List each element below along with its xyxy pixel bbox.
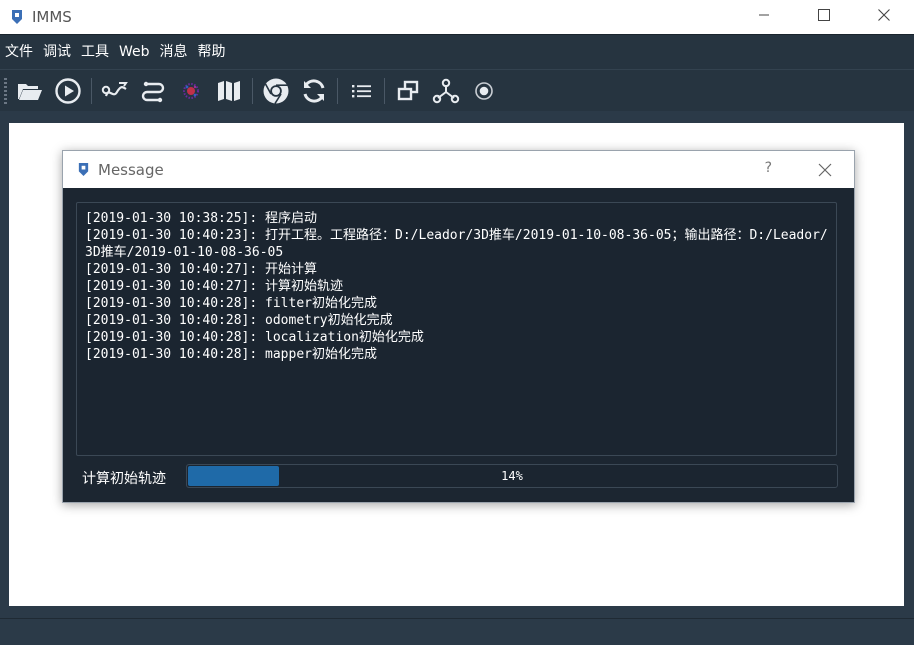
log-line: [2019-01-30 10:40:28]: odometry初始化完成 (85, 313, 393, 328)
menu-messages[interactable]: 消息 (155, 35, 193, 69)
log-line: [2019-01-30 10:40:23]: 打开工程。工程路径：D:/Lead… (85, 228, 828, 260)
minimize-icon (759, 14, 769, 16)
status-bar (0, 618, 914, 645)
toolbar-separator (337, 77, 338, 104)
windows-button[interactable] (389, 72, 427, 110)
help-button[interactable]: ? (765, 160, 772, 176)
network-icon (432, 78, 460, 103)
map-icon (218, 80, 240, 101)
route-button[interactable] (134, 72, 172, 110)
record-button[interactable] (465, 72, 503, 110)
app-logo-icon (78, 163, 89, 176)
app-logo-icon (12, 10, 22, 24)
chrome-icon (263, 78, 289, 104)
toolbar (0, 69, 914, 111)
route-icon (141, 81, 165, 102)
folder-open-icon (18, 83, 42, 100)
menu-debug[interactable]: 调试 (38, 35, 76, 69)
message-dialog: Message ? [2019-01-30 10:38:25]: 程序启动 [20… (62, 150, 855, 503)
window-titlebar: IMMS (0, 0, 914, 34)
minimize-button[interactable] (734, 0, 794, 30)
close-icon (818, 163, 832, 177)
progress-bar: 14% (186, 464, 838, 488)
log-list-button[interactable] (342, 72, 380, 110)
menu-file[interactable]: 文件 (0, 35, 38, 69)
log-line: [2019-01-30 10:40:28]: filter初始化完成 (85, 296, 377, 311)
maximize-button[interactable] (794, 0, 854, 30)
path-icon (101, 81, 128, 96)
maximize-icon (818, 9, 830, 21)
menu-bar: 文件 调试 工具 Web 消息 帮助 (0, 34, 914, 69)
menu-web[interactable]: Web (114, 35, 155, 69)
toolbar-separator (384, 77, 385, 104)
network-button[interactable] (427, 72, 465, 110)
list-icon (352, 84, 371, 97)
trajectory-button[interactable] (96, 72, 134, 110)
map-button[interactable] (210, 72, 248, 110)
message-log[interactable]: [2019-01-30 10:38:25]: 程序启动 [2019-01-30 1… (76, 202, 837, 456)
toolbar-separator (91, 77, 92, 104)
close-dialog-button[interactable] (818, 162, 832, 181)
menu-tools[interactable]: 工具 (76, 35, 114, 69)
record-icon (475, 81, 493, 100)
close-window-button[interactable] (854, 0, 914, 30)
toolbar-grip[interactable] (4, 77, 7, 104)
window-title: IMMS (32, 8, 72, 26)
browser-button[interactable] (257, 72, 295, 110)
log-line: [2019-01-30 10:40:27]: 开始计算 (85, 262, 318, 277)
progress-text: 14% (501, 469, 523, 483)
run-button[interactable] (49, 72, 87, 110)
window-restore-icon (397, 80, 419, 100)
close-icon (878, 9, 890, 21)
dialog-titlebar[interactable]: Message ? (63, 151, 854, 188)
open-project-button[interactable] (11, 72, 49, 110)
refresh-button[interactable] (295, 72, 333, 110)
log-line: [2019-01-30 10:38:25]: 程序启动 (85, 211, 318, 226)
log-line: [2019-01-30 10:40:28]: localization初始化完成 (85, 330, 424, 345)
log-line: [2019-01-30 10:40:28]: mapper初始化完成 (85, 347, 377, 362)
menu-help[interactable]: 帮助 (193, 35, 231, 69)
refresh-icon (303, 78, 325, 103)
point-cloud-icon (183, 82, 199, 99)
toolbar-separator (252, 77, 253, 104)
progress-status-label: 计算初始轨迹 (82, 471, 166, 487)
dialog-title: Message (98, 160, 164, 179)
play-icon (55, 77, 81, 104)
point-cloud-button[interactable] (172, 72, 210, 110)
log-line: [2019-01-30 10:40:27]: 计算初始轨迹 (85, 279, 344, 294)
